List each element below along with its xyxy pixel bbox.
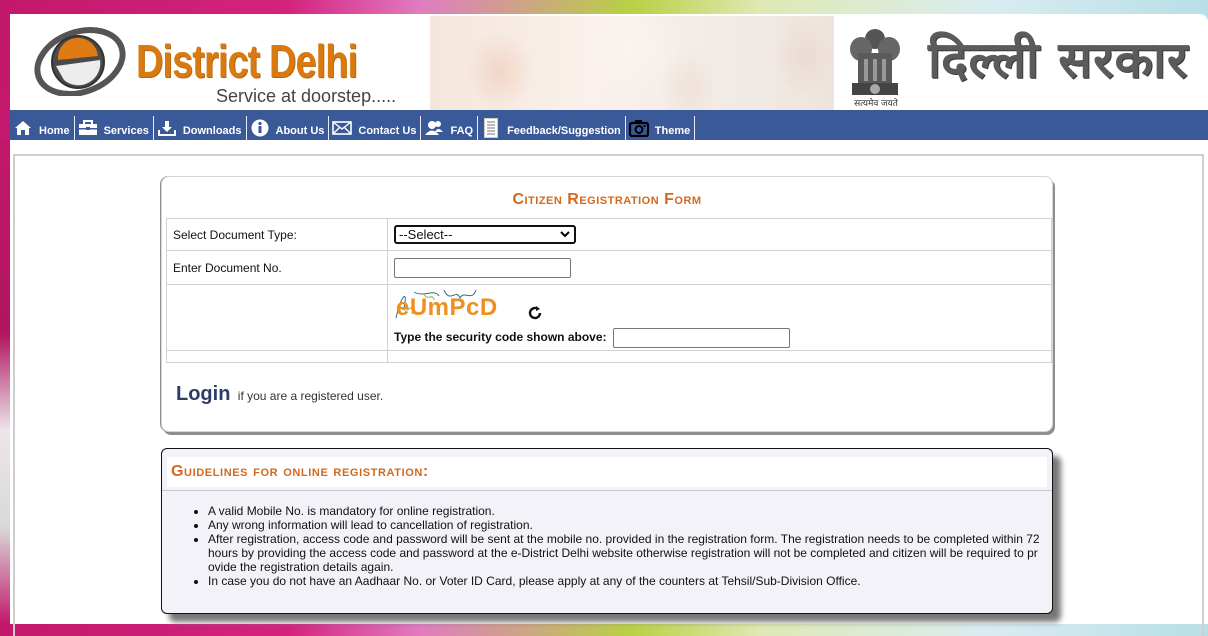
nav-downloads[interactable]: Downloads <box>154 116 247 140</box>
nav-faq[interactable]: FAQ <box>421 116 479 140</box>
logo-title: District Delhi <box>136 35 358 87</box>
nav-about-us[interactable]: About Us <box>247 116 330 140</box>
page-container: District Delhi Service at doorstep..... … <box>10 14 1208 636</box>
document-no-cell <box>387 250 1052 285</box>
registration-table: Select Document Type: --Select-- Enter D… <box>166 218 1052 363</box>
edistrict-logo[interactable]: District Delhi Service at doorstep..... <box>32 20 412 108</box>
captcha-text: eUmPcD <box>396 294 498 321</box>
site-header: District Delhi Service at doorstep..... … <box>10 14 1208 110</box>
camera-icon <box>628 118 649 138</box>
nav-feedback[interactable]: Feedback/Suggestion <box>478 116 626 140</box>
empty-cell <box>387 350 1052 363</box>
guidelines-header: Guidelines for online registration: <box>167 457 1047 487</box>
list-item: Any wrong information will lead to cance… <box>208 518 1064 532</box>
chevron-down-icon <box>560 231 570 238</box>
document-type-label: Select Document Type: <box>166 218 388 251</box>
document-type-select[interactable]: --Select-- <box>394 225 576 244</box>
empty-cell <box>166 350 388 363</box>
page-background-decoration <box>0 140 10 624</box>
briefcase-icon <box>78 118 98 138</box>
national-emblem-icon <box>850 29 900 95</box>
guidelines-panel: Guidelines for online registration: A va… <box>161 448 1053 614</box>
e-logo-icon <box>34 27 126 96</box>
home-icon <box>13 118 33 138</box>
document-icon <box>481 118 501 138</box>
nav-label: Contact Us <box>358 125 417 137</box>
list-item: In case you do not have an Aadhaar No. o… <box>208 574 1064 588</box>
login-suffix: if you are a registered user. <box>237 389 384 403</box>
download-icon <box>157 118 177 138</box>
nav-label: Home <box>39 125 70 137</box>
login-prompt: Login if you are a registered user. <box>176 383 383 406</box>
empty-cell <box>166 284 388 351</box>
document-no-label: Enter Document No. <box>166 250 388 285</box>
guidelines-title: Guidelines for online registration: <box>171 463 429 480</box>
login-link[interactable]: Login <box>176 383 230 405</box>
refresh-captcha-icon[interactable] <box>527 305 543 324</box>
document-type-selected: --Select-- <box>399 227 453 242</box>
envelope-icon <box>332 118 353 138</box>
table-row: eUmPcD Type the security code shown abov… <box>166 284 1052 351</box>
document-type-cell: --Select-- <box>387 218 1052 251</box>
captcha-cell: eUmPcD Type the security code shown abov… <box>387 284 1052 351</box>
table-row: Select Document Type: --Select-- <box>166 218 1052 251</box>
list-item: After registration, access code and pass… <box>208 532 1064 574</box>
divider <box>162 490 1052 491</box>
list-item: A valid Mobile No. is mandatory for onli… <box>208 504 1064 518</box>
main-content: Citizen Registration Form Select Documen… <box>13 154 1204 636</box>
security-code-input[interactable] <box>612 328 790 348</box>
table-row: Enter Document No. <box>166 250 1052 285</box>
nav-home[interactable]: Home <box>10 116 75 140</box>
nav-label: Services <box>103 125 149 137</box>
guidelines-list: A valid Mobile No. is mandatory for onli… <box>190 504 1064 588</box>
document-no-input[interactable] <box>394 257 571 278</box>
nav-services[interactable]: Services <box>75 116 154 140</box>
nav-label: FAQ <box>450 125 474 137</box>
nav-label: Theme <box>654 125 691 137</box>
nav-label: Feedback/Suggestion <box>507 125 621 137</box>
security-code-label: Type the security code shown above: <box>394 330 607 345</box>
info-icon <box>250 118 270 138</box>
banner-photo <box>430 16 834 110</box>
nav-label: Downloads <box>182 125 242 137</box>
delhi-government-title: दिल्ली सरकार <box>928 31 1189 89</box>
table-row <box>166 350 1052 363</box>
users-icon <box>424 118 444 138</box>
nav-theme[interactable]: Theme <box>626 116 696 140</box>
citizen-registration-form: Citizen Registration Form Select Documen… <box>161 176 1053 432</box>
form-title: Citizen Registration Form <box>512 191 702 208</box>
captcha-image: eUmPcD <box>394 288 516 321</box>
emblem-motto: सत्यमेव जयते <box>854 98 898 108</box>
logo-tagline: Service at doorstep..... <box>216 86 397 106</box>
nav-contact-us[interactable]: Contact Us <box>329 116 422 140</box>
nav-label: About Us <box>275 125 325 137</box>
main-navbar: Home Services Downloads About Us Contact… <box>10 110 1208 140</box>
